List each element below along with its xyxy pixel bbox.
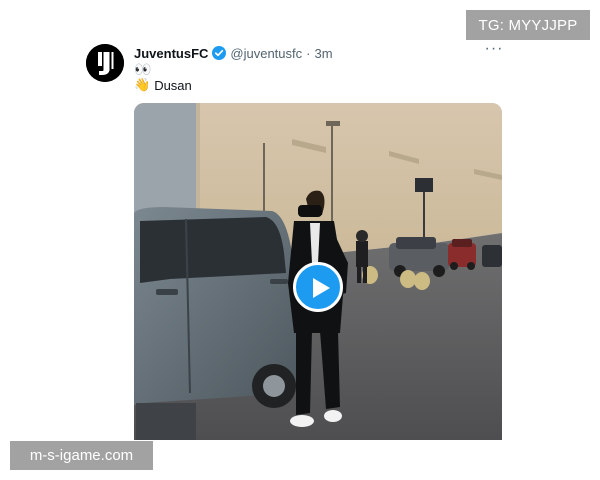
site-watermark: m-s-igame.com xyxy=(10,441,153,470)
video-player[interactable] xyxy=(134,103,502,440)
wave-emoji: 👋 xyxy=(134,77,151,92)
tweet-text-eyes: 👀 xyxy=(134,61,152,77)
author-name[interactable]: JuventusFC xyxy=(134,46,208,61)
verified-badge-icon xyxy=(212,46,227,60)
tweet-header: JuventusFC @juventusfc · 3m xyxy=(134,44,333,62)
juventus-logo-icon[interactable] xyxy=(86,44,124,82)
tweet-timestamp[interactable]: 3m xyxy=(314,46,332,61)
more-options-icon[interactable]: ··· xyxy=(484,41,504,58)
tweet-text-line: 👋 Dusan xyxy=(134,77,192,93)
telegram-watermark: TG: MYYJJPP xyxy=(466,10,590,40)
separator-dot: · xyxy=(306,45,311,61)
play-icon xyxy=(313,278,330,298)
author-handle[interactable]: @juventusfc xyxy=(230,46,302,61)
play-button[interactable] xyxy=(293,262,343,312)
tweet-text-dusan: Dusan xyxy=(154,77,192,93)
